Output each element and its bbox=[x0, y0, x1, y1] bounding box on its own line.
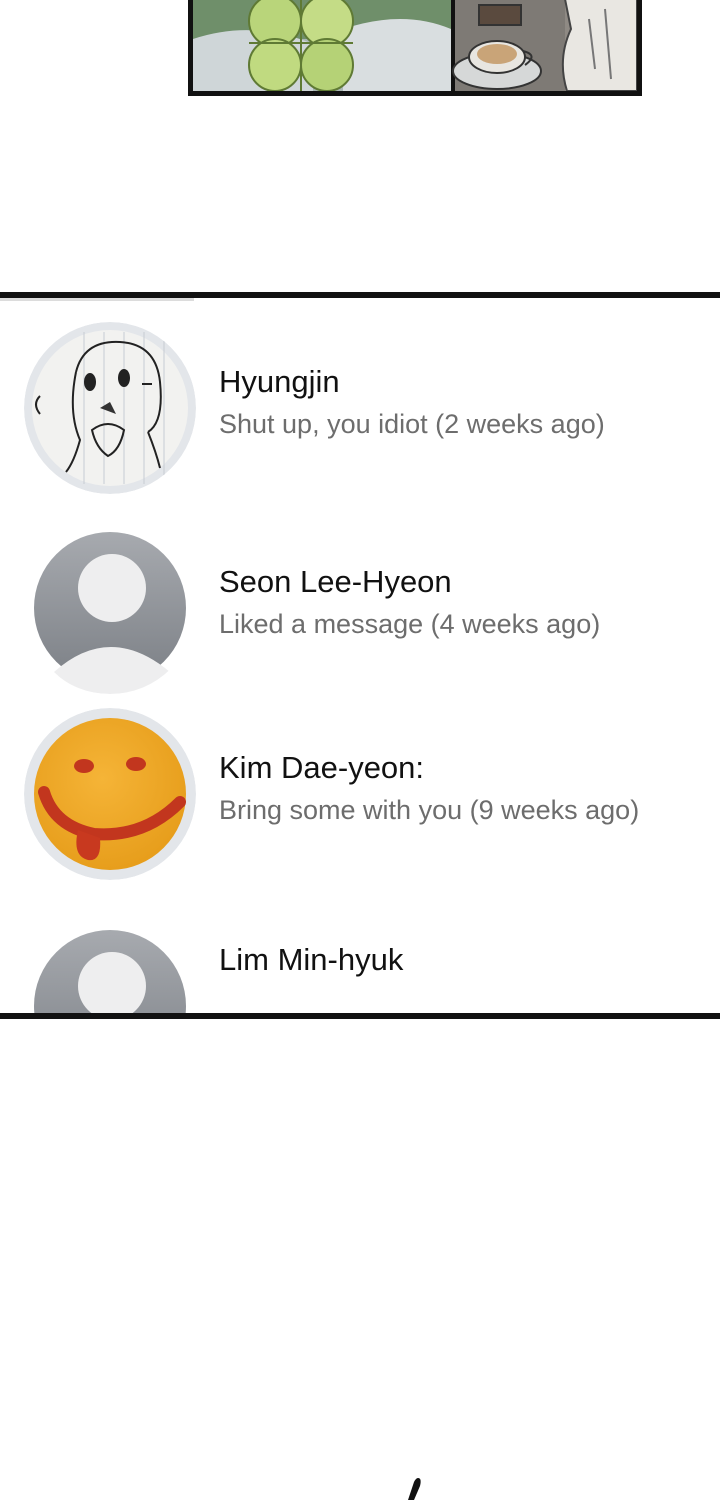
ink-stroke-decoration bbox=[408, 1478, 421, 1500]
panel-divider bbox=[0, 298, 194, 301]
chat-list-item[interactable]: Kim Dae-yeon: Bring some with you (9 wee… bbox=[0, 708, 720, 888]
message-preview: Bring some with you (9 weeks ago) bbox=[219, 795, 640, 825]
chat-list-panel: Hyungjin Shut up, you idiot (2 weeks ago… bbox=[0, 292, 720, 1019]
contact-name: Kim Dae-yeon: bbox=[219, 750, 425, 785]
contact-name: Hyungjin bbox=[219, 364, 340, 399]
default-user-avatar-icon bbox=[24, 920, 196, 1013]
message-preview: Shut up, you idiot (2 weeks ago) bbox=[219, 409, 605, 439]
message-preview: Liked a message (4 weeks ago) bbox=[219, 609, 601, 639]
chat-list-item[interactable]: Seon Lee-Hyeon Liked a message (4 weeks … bbox=[0, 522, 720, 702]
comic-panel-top bbox=[188, 0, 642, 96]
smiley-ketchup-avatar-icon bbox=[24, 708, 196, 880]
sketched-dog-avatar-icon bbox=[24, 322, 196, 494]
contact-name: Lim Min-hyuk bbox=[219, 942, 404, 977]
clover-coffee-illustration bbox=[193, 0, 637, 91]
contact-name: Seon Lee-Hyeon bbox=[219, 564, 452, 599]
chat-list-item[interactable]: Hyungjin Shut up, you idiot (2 weeks ago… bbox=[0, 322, 720, 502]
chat-list-item[interactable]: Lim Min-hyuk bbox=[0, 920, 720, 1013]
default-user-avatar-icon bbox=[24, 522, 196, 694]
